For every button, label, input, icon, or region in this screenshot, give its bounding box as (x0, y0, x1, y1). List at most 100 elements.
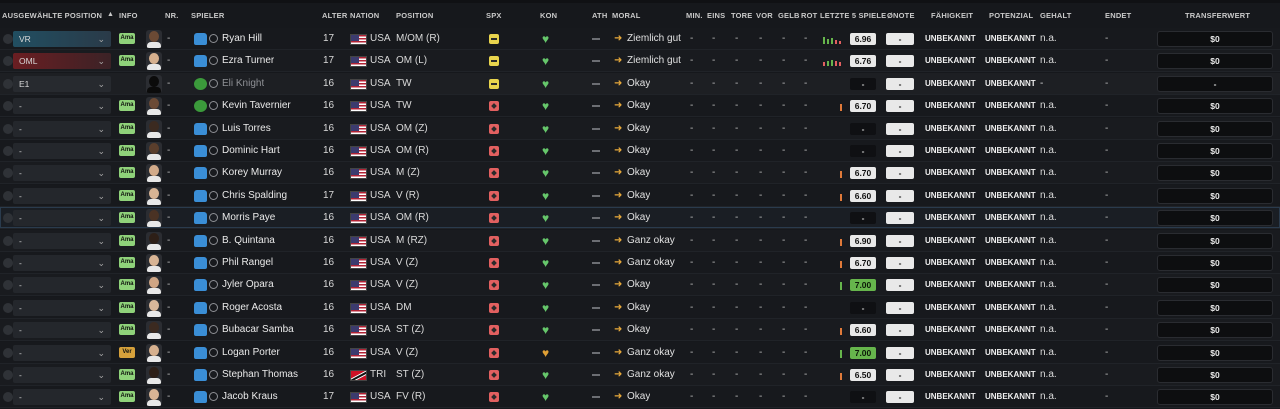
table-row[interactable]: - ⌄ Ama - Jacob Kraus 17 USA FV (R) ♥ ➜ Okay - - - - - -… (0, 386, 1280, 409)
transfer-value-field[interactable]: $0 (1157, 143, 1273, 159)
table-row[interactable]: - ⌄ Ama - Luis Torres 16 USA OM (Z) ♥ ➜ Okay - - - - - -… (0, 117, 1280, 140)
player-name-link[interactable]: Phil Rangel (222, 252, 273, 274)
player-name-link[interactable]: Stephan Thomas (222, 364, 298, 386)
selected-position-dropdown[interactable]: - ⌄ (13, 389, 111, 406)
column-header-minutes[interactable]: MIN. (686, 11, 703, 20)
table-row[interactable]: - ⌄ Ama - Korey Murray 16 USA M (Z) ♥ ➜ Okay - - - - - -… (0, 162, 1280, 185)
row-select-radio[interactable] (3, 280, 13, 291)
player-name-link[interactable]: Ryan Hill (222, 28, 262, 50)
info-badge[interactable]: Ama (119, 122, 135, 134)
table-row[interactable]: - ⌄ Ama - Phil Rangel 16 USA V (Z) ♥ ➜ Ganz okay - -… (0, 252, 1280, 274)
column-header-average-rating[interactable]: ØNOTE (887, 11, 915, 20)
transfer-value-field[interactable]: $0 (1157, 210, 1273, 227)
player-name-link[interactable]: B. Quintana (222, 230, 275, 252)
table-row[interactable]: E1 ⌄ - Eli Knight 16 USA TW ♥ ➜ Okay - - - - - - - - UNBEK… (0, 72, 1280, 95)
row-select-radio[interactable] (3, 235, 13, 246)
table-row[interactable]: - ⌄ Ama - Chris Spalding 17 USA V (R) ♥ ➜ Okay - - - -… (0, 184, 1280, 207)
info-badge[interactable]: Ama (119, 301, 135, 313)
selected-position-dropdown[interactable]: - ⌄ (13, 210, 111, 227)
selected-position-dropdown[interactable]: - ⌄ (13, 98, 111, 115)
selected-position-dropdown[interactable]: - ⌄ (13, 255, 111, 271)
row-select-radio[interactable] (3, 325, 13, 336)
selected-position-dropdown[interactable]: VR ⌄ (13, 31, 111, 47)
table-row[interactable]: - ⌄ Ama - Kevin Tavernier 16 USA TW ♥ ➜ Okay - - - - - -… (0, 95, 1280, 118)
player-name-link[interactable]: Kevin Tavernier (222, 95, 291, 117)
row-select-radio[interactable] (3, 56, 13, 67)
row-select-radio[interactable] (3, 123, 13, 134)
row-select-radio[interactable] (3, 347, 13, 358)
row-select-radio[interactable] (3, 101, 13, 112)
player-name-link[interactable]: Jyler Opara (222, 274, 274, 296)
column-header-player[interactable]: SPIELER (191, 11, 225, 20)
player-name-link[interactable]: Jacob Kraus (222, 386, 278, 408)
table-row[interactable]: OML ⌄ Ama - Ezra Turner 17 USA OM (L) ♥ ➜ Ziemlich… (0, 50, 1280, 73)
column-header-last-five-games[interactable]: LETZTE 5 SPIELE (820, 11, 886, 20)
selected-position-dropdown[interactable]: - ⌄ (13, 143, 111, 159)
column-header-goals[interactable]: TORE (731, 11, 753, 20)
column-header-athleticism[interactable]: ATH (592, 11, 607, 20)
player-name-link[interactable]: Logan Porter (222, 342, 280, 364)
table-row[interactable]: - ⌄ Ama - Roger Acosta 16 USA DM ♥ ➜ Okay - - - - - - - - U… (0, 296, 1280, 319)
sort-ascending-icon[interactable]: ▲ (107, 11, 114, 18)
transfer-value-field[interactable]: $0 (1157, 187, 1273, 204)
table-row[interactable]: - ⌄ Ama - Jyler Opara 16 USA V (Z) ♥ ➜ Okay - - - - - -7… (0, 274, 1280, 297)
info-badge[interactable]: Ama (119, 369, 135, 380)
info-badge[interactable]: Ama (119, 167, 135, 179)
row-select-radio[interactable] (3, 213, 13, 224)
table-row[interactable]: - ⌄ Ama - Stephan Thomas 16 TRI ST (Z) ♥ ➜ Ganz ok… (0, 364, 1280, 386)
row-select-radio[interactable] (3, 190, 13, 201)
player-name-link[interactable]: Bubacar Samba (222, 319, 294, 341)
info-badge[interactable]: Ama (119, 100, 135, 112)
selected-position-dropdown[interactable]: - ⌄ (13, 165, 111, 182)
transfer-value-field[interactable]: $0 (1157, 322, 1273, 339)
row-select-radio[interactable] (3, 302, 13, 313)
table-row[interactable]: - ⌄ Ama - Bubacar Samba 16 USA ST (Z) ♥ ➜ Okay - - - -… (0, 319, 1280, 342)
info-badge[interactable]: Ver (119, 346, 135, 358)
column-header-wage[interactable]: GEHALT (1040, 11, 1071, 20)
selected-position-dropdown[interactable]: - ⌄ (13, 120, 111, 137)
transfer-value-field[interactable]: $0 (1157, 232, 1273, 249)
transfer-value-field[interactable]: $0 (1157, 53, 1273, 70)
transfer-value-field[interactable]: - (1157, 75, 1273, 92)
column-header-selected-position[interactable]: AUSGEWÄHLTE POSITION (2, 11, 102, 20)
transfer-value-field[interactable]: $0 (1157, 98, 1273, 115)
transfer-value-field[interactable]: $0 (1157, 367, 1273, 383)
column-header-morale[interactable]: MORAL (612, 11, 641, 20)
table-row[interactable]: VR ⌄ Ama - Ryan Hill 17 USA M/OM (R) ♥ ➜ Ziemlich … (0, 28, 1280, 50)
player-name-link[interactable]: Chris Spalding (222, 185, 287, 207)
selected-position-dropdown[interactable]: - ⌄ (13, 344, 111, 361)
column-header-condition[interactable]: KON (540, 11, 557, 20)
column-header-contract-ends[interactable]: ENDET (1105, 11, 1131, 20)
info-badge[interactable]: Ama (119, 145, 135, 156)
table-row[interactable]: - ⌄ Ama - B. Quintana 16 USA M (RZ) ♥ ➜ Ganz okay -… (0, 229, 1280, 252)
transfer-value-field[interactable]: $0 (1157, 120, 1273, 137)
transfer-value-field[interactable]: $0 (1157, 31, 1273, 47)
selected-position-dropdown[interactable]: - ⌄ (13, 232, 111, 249)
player-name-link[interactable]: Dominic Hart (222, 140, 280, 162)
transfer-value-field[interactable]: $0 (1157, 165, 1273, 182)
info-badge[interactable]: Ama (119, 257, 135, 268)
player-name-link[interactable]: Morris Paye (222, 207, 275, 229)
selected-position-dropdown[interactable]: - ⌄ (13, 299, 111, 316)
selected-position-dropdown[interactable]: OML ⌄ (13, 53, 111, 70)
player-name-link[interactable]: Eli Knight (222, 73, 264, 95)
transfer-value-field[interactable]: $0 (1157, 299, 1273, 316)
column-header-info[interactable]: INFO (119, 11, 138, 20)
table-row[interactable]: - ⌄ Ver - Logan Porter 16 USA V (Z) ♥ ➜ Ganz okay -… (0, 341, 1280, 364)
column-header-potential[interactable]: POTENZIAL (989, 11, 1033, 20)
row-select-radio[interactable] (3, 34, 13, 44)
info-badge[interactable]: Ama (119, 55, 135, 67)
transfer-value-field[interactable]: $0 (1157, 344, 1273, 361)
selected-position-dropdown[interactable]: - ⌄ (13, 277, 111, 294)
transfer-value-field[interactable]: $0 (1157, 389, 1273, 406)
row-select-radio[interactable] (3, 168, 13, 179)
transfer-value-field[interactable]: $0 (1157, 255, 1273, 271)
column-header-yellow-cards[interactable]: GELB (778, 11, 800, 20)
selected-position-dropdown[interactable]: - ⌄ (13, 367, 111, 383)
row-select-radio[interactable] (3, 146, 13, 156)
player-name-link[interactable]: Roger Acosta (222, 297, 282, 319)
transfer-value-field[interactable]: $0 (1157, 277, 1273, 294)
info-badge[interactable]: Ama (119, 212, 135, 224)
column-header-red-cards[interactable]: ROT (801, 11, 817, 20)
info-badge[interactable]: Ama (119, 324, 135, 336)
